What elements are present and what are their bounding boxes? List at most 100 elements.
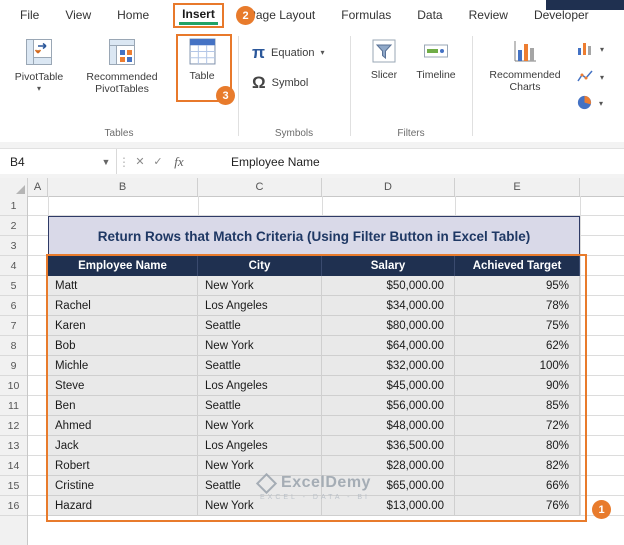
cell-target[interactable]: 78%	[455, 296, 580, 316]
cell-employee-name[interactable]: Karen	[48, 316, 198, 336]
cell-target[interactable]: 90%	[455, 376, 580, 396]
cell-employee-name[interactable]: Cristine	[48, 476, 198, 496]
cell-employee-name[interactable]: Michle	[48, 356, 198, 376]
cell-target[interactable]: 66%	[455, 476, 580, 496]
header-employee-name[interactable]: Employee Name	[48, 256, 198, 276]
sheet-title-cell[interactable]: Return Rows that Match Criteria (Using F…	[48, 216, 580, 256]
cell-target[interactable]: 95%	[455, 276, 580, 296]
cell-city[interactable]: New York	[198, 276, 322, 296]
symbol-button[interactable]: Ω Symbol	[252, 74, 308, 91]
name-box[interactable]: B4	[0, 149, 96, 174]
header-achieved-target[interactable]: Achieved Target	[455, 256, 580, 276]
row-header[interactable]: 2	[0, 216, 27, 236]
row-header[interactable]: 13	[0, 436, 27, 456]
cell-salary[interactable]: $32,000.00	[322, 356, 455, 376]
cell-city[interactable]: Los Angeles	[198, 376, 322, 396]
row-header[interactable]: 3	[0, 236, 27, 256]
cell-salary[interactable]: $48,000.00	[322, 416, 455, 436]
cell-target[interactable]: 72%	[455, 416, 580, 436]
row-header[interactable]: 7	[0, 316, 27, 336]
tab-insert[interactable]: Insert	[173, 2, 224, 28]
table-button[interactable]: Table	[180, 38, 224, 82]
column-header-d[interactable]: D	[322, 178, 455, 196]
cell-employee-name[interactable]: Steve	[48, 376, 198, 396]
cell-employee-name[interactable]: Matt	[48, 276, 198, 296]
cell-employee-name[interactable]: Bob	[48, 336, 198, 356]
row-header[interactable]: 10	[0, 376, 27, 396]
cell-salary[interactable]: $36,500.00	[322, 436, 455, 456]
row-header[interactable]: 8	[0, 336, 27, 356]
cell-salary[interactable]: $56,000.00	[322, 396, 455, 416]
column-chart-button[interactable]: ▾	[576, 40, 604, 59]
cell-target[interactable]: 76%	[455, 496, 580, 516]
cell-salary[interactable]: $65,000.00	[322, 476, 455, 496]
slicer-button[interactable]: Slicer	[362, 38, 406, 81]
tab-formulas[interactable]: Formulas	[339, 6, 393, 24]
cell-salary[interactable]: $50,000.00	[322, 276, 455, 296]
cell-salary[interactable]: $28,000.00	[322, 456, 455, 476]
row-header[interactable]: 5	[0, 276, 27, 296]
cell-salary[interactable]: $13,000.00	[322, 496, 455, 516]
tab-data[interactable]: Data	[415, 6, 444, 24]
name-box-chevron-icon[interactable]: ▼	[96, 149, 117, 174]
tab-file[interactable]: File	[18, 6, 41, 24]
cell-salary[interactable]: $80,000.00	[322, 316, 455, 336]
cell-city[interactable]: Seattle	[198, 356, 322, 376]
cell-salary[interactable]: $34,000.00	[322, 296, 455, 316]
cell-employee-name[interactable]: Ben	[48, 396, 198, 416]
cell-city[interactable]: New York	[198, 336, 322, 356]
header-city[interactable]: City	[198, 256, 322, 276]
enter-icon[interactable]: ✓	[149, 155, 167, 168]
row-header[interactable]: 16	[0, 496, 27, 516]
cancel-icon[interactable]: ✕	[131, 155, 149, 168]
cell-city[interactable]: Los Angeles	[198, 436, 322, 456]
cell-target[interactable]: 85%	[455, 396, 580, 416]
column-header-b[interactable]: B	[48, 178, 198, 196]
column-header-c[interactable]: C	[198, 178, 322, 196]
formula-bar-value[interactable]: Employee Name	[231, 155, 320, 169]
cell-city[interactable]: New York	[198, 416, 322, 436]
cell-employee-name[interactable]: Ahmed	[48, 416, 198, 436]
cell-salary[interactable]: $64,000.00	[322, 336, 455, 356]
cell-target[interactable]: 62%	[455, 336, 580, 356]
cell-employee-name[interactable]: Rachel	[48, 296, 198, 316]
row-header[interactable]: 11	[0, 396, 27, 416]
row-header[interactable]: 12	[0, 416, 27, 436]
select-all-button[interactable]	[0, 178, 28, 196]
column-header-a[interactable]: A	[28, 178, 48, 196]
cell-city[interactable]: Seattle	[198, 476, 322, 496]
row-header[interactable]: 6	[0, 296, 27, 316]
cell-salary[interactable]: $45,000.00	[322, 376, 455, 396]
cell-city[interactable]: Seattle	[198, 396, 322, 416]
row-header[interactable]: 1	[0, 196, 27, 216]
tab-page-layout[interactable]: Page Layout	[246, 6, 317, 24]
row-header[interactable]: 9	[0, 356, 27, 376]
equation-button[interactable]: π Equation ▾	[252, 44, 324, 61]
cell-target[interactable]: 75%	[455, 316, 580, 336]
scatter-chart-button[interactable]: ▾	[576, 68, 604, 87]
timeline-button[interactable]: Timeline	[410, 38, 462, 81]
pivottable-button[interactable]: PivotTable ▾	[10, 38, 68, 93]
cell-target[interactable]: 100%	[455, 356, 580, 376]
tab-home[interactable]: Home	[115, 6, 151, 24]
row-header[interactable]: 4	[0, 256, 27, 276]
cell-target[interactable]: 82%	[455, 456, 580, 476]
cell-city[interactable]: New York	[198, 456, 322, 476]
recommended-pivottables-button[interactable]: Recommended PivotTables	[72, 38, 172, 95]
cell-city[interactable]: Los Angeles	[198, 296, 322, 316]
column-header-e[interactable]: E	[455, 178, 580, 196]
insert-function-button[interactable]: fx	[167, 154, 191, 170]
cell-target[interactable]: 80%	[455, 436, 580, 456]
cell-city[interactable]: Seattle	[198, 316, 322, 336]
cell-employee-name[interactable]: Robert	[48, 456, 198, 476]
tab-review[interactable]: Review	[467, 6, 510, 24]
tab-view[interactable]: View	[63, 6, 93, 24]
cell-city[interactable]: New York	[198, 496, 322, 516]
row-header[interactable]: 15	[0, 476, 27, 496]
cell-employee-name[interactable]: Jack	[48, 436, 198, 456]
header-salary[interactable]: Salary	[322, 256, 455, 276]
row-header[interactable]: 14	[0, 456, 27, 476]
cell-employee-name[interactable]: Hazard	[48, 496, 198, 516]
pie-chart-button[interactable]: ▾	[576, 94, 603, 114]
recommended-charts-button[interactable]: Recommended Charts	[488, 38, 562, 93]
